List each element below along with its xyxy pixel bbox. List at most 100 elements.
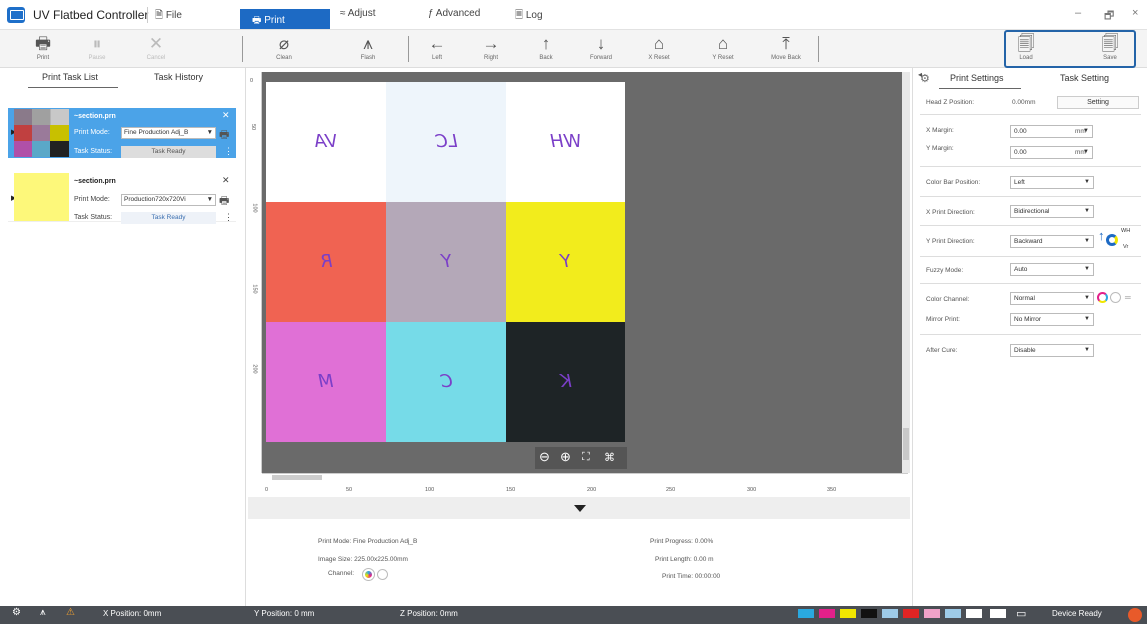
ink-varnish-indicator <box>990 609 1006 618</box>
ink-magenta-indicator <box>819 609 835 618</box>
menu-print[interactable]: 🖶 Print <box>240 9 330 29</box>
ink-white-indicator <box>966 609 982 618</box>
right-button[interactable]: → Right <box>467 34 515 61</box>
ink-light-cyan-indicator <box>882 609 898 618</box>
chevron-down-icon[interactable] <box>574 505 586 512</box>
clean-icon: ⌀ <box>278 34 290 53</box>
monitor-icon[interactable]: ▭ <box>1016 607 1026 620</box>
zoom-in-icon[interactable]: ⊕ <box>560 449 571 465</box>
thumb-cell <box>50 141 69 157</box>
after-cure-select[interactable]: Disable <box>1010 344 1094 357</box>
vertical-scrollbar[interactable] <box>902 72 910 473</box>
close-button[interactable]: × <box>1132 7 1138 19</box>
alert-icon[interactable] <box>1128 608 1142 622</box>
printer-icon[interactable]: 🖶 <box>219 126 229 145</box>
ink-light-magenta-indicator <box>924 609 940 618</box>
dropdown-arrow-icon: ▼ <box>206 129 213 136</box>
gear-icon[interactable]: ⚙ <box>920 72 930 85</box>
more-options-icon[interactable]: ⋮ <box>224 212 233 223</box>
network-icon[interactable]: ⚙ <box>12 607 21 618</box>
thumb-cell <box>32 141 50 157</box>
move-back-button[interactable]: ⤒ Move Back <box>762 34 810 61</box>
canvas-cell-label: R <box>319 251 333 272</box>
tab-print-task-list[interactable]: Print Task List <box>42 72 98 82</box>
x-reset-button[interactable]: ⌂ X Reset <box>635 34 683 61</box>
divider <box>920 166 1141 167</box>
printer-icon[interactable]: 🖶 <box>219 192 229 211</box>
print-mode-select[interactable]: Production720x720Vi ▼ <box>121 194 216 206</box>
x-print-direction-select[interactable]: Bidirectional <box>1010 205 1094 218</box>
divider <box>920 283 1141 284</box>
direction-arrow-icon: ↑ <box>1098 228 1105 243</box>
print-icon: 🖶 <box>252 15 265 26</box>
menu-adjust[interactable]: ≈ Adjust <box>340 8 376 19</box>
head-z-label: Head Z Position: <box>926 99 975 106</box>
head-z-setting-button[interactable]: Setting <box>1057 96 1139 109</box>
actual-size-icon[interactable]: ⌘ <box>604 451 615 464</box>
tab-print-settings[interactable]: Print Settings <box>950 73 1004 83</box>
arrow-up-icon: ↑ <box>541 34 551 53</box>
ruler-tick: 350 <box>827 487 837 493</box>
zoom-out-icon[interactable]: ⊖ <box>539 449 550 465</box>
load-button[interactable]: 🗐 Load <box>1002 34 1050 61</box>
menu-file[interactable]: 🗎 File <box>155 8 182 25</box>
canvas-cell-label: Y <box>440 251 452 272</box>
menu-log[interactable]: 🗏 Log <box>515 8 543 25</box>
tab-underline <box>28 87 118 88</box>
tab-underline <box>939 88 1021 89</box>
canvas-cell-label: LC <box>434 131 458 152</box>
clean-button[interactable]: ⌀ Clean <box>260 34 308 61</box>
ruler-tick: 150 <box>251 284 258 294</box>
divider <box>920 225 1141 226</box>
y-margin-label: Y Margin: <box>926 145 954 152</box>
flash-status-icon[interactable]: ⩚ <box>40 607 46 618</box>
y-print-direction-select[interactable]: Backward <box>1010 235 1094 248</box>
tab-task-setting[interactable]: Task Setting <box>1060 73 1109 83</box>
color-bar-select[interactable]: Left <box>1010 176 1094 189</box>
menu-advanced[interactable]: ƒ Advanced <box>428 8 480 19</box>
remove-task-icon[interactable]: ✕ <box>222 110 230 121</box>
save-button[interactable]: 🗐 Save <box>1086 34 1134 61</box>
flash-button[interactable]: ⩚ Flash <box>344 34 392 61</box>
print-mode-label: Print Mode: <box>74 129 110 136</box>
x-print-direction-label: X Print Direction: <box>926 209 975 216</box>
ruler-tick: 150 <box>506 487 516 493</box>
forward-button[interactable]: ↓ Forward <box>577 34 625 61</box>
minimize-button[interactable]: – <box>1075 7 1081 19</box>
x-position-readout: X Position: 0mm <box>103 609 162 618</box>
arrow-right-icon: → <box>482 34 500 53</box>
print-button[interactable]: 🖶 Print <box>19 34 67 61</box>
left-button[interactable]: ← Left <box>413 34 461 61</box>
print-mode-label: Print Mode: <box>74 196 110 203</box>
print-mode-select[interactable]: Fine Production Adj_B ▼ <box>121 127 216 139</box>
color-channel-select[interactable]: Normal <box>1010 292 1094 305</box>
pause-button[interactable]: ⏸ Pause <box>73 34 121 61</box>
y-reset-button[interactable]: ⌂ Y Reset <box>699 34 747 61</box>
task-status-label: Task Status: <box>74 214 113 221</box>
advanced-icon: ƒ <box>428 8 436 19</box>
toolbar-separator <box>818 36 819 62</box>
remove-task-icon[interactable]: ✕ <box>222 175 230 186</box>
fit-screen-icon[interactable]: ⛶ <box>582 451 590 464</box>
fuzzy-mode-select[interactable]: Auto <box>1010 263 1094 276</box>
ruler-tick: 100 <box>251 203 258 213</box>
restore-button[interactable]: 🗗 <box>1104 7 1114 26</box>
back-button[interactable]: ↑ Back <box>522 34 570 61</box>
mirror-print-select[interactable]: No Mirror <box>1010 313 1094 326</box>
task-thumbnail <box>14 109 69 157</box>
tab-task-history[interactable]: Task History <box>154 72 203 82</box>
divider <box>920 196 1141 197</box>
scrollbar-thumb[interactable] <box>903 428 909 460</box>
more-options-icon[interactable]: ⋮ <box>224 146 233 157</box>
title-divider <box>147 7 148 23</box>
fuzzy-mode-label: Fuzzy Mode: <box>926 267 964 274</box>
x-margin-label: X Margin: <box>926 127 954 134</box>
y-print-direction-label: Y Print Direction: <box>926 238 975 245</box>
horizontal-scroll-thumb[interactable] <box>272 475 322 480</box>
ink-red-indicator <box>903 609 919 618</box>
pause-icon: ⏸ <box>92 34 102 53</box>
ink-warning-icon[interactable]: ⚠ <box>66 607 75 618</box>
cancel-button[interactable]: ✕ Cancel <box>132 34 180 61</box>
ruler-tick: 50 <box>346 487 353 493</box>
print-bed-image[interactable]: VA LC WH R Y Y M C K <box>266 82 625 442</box>
